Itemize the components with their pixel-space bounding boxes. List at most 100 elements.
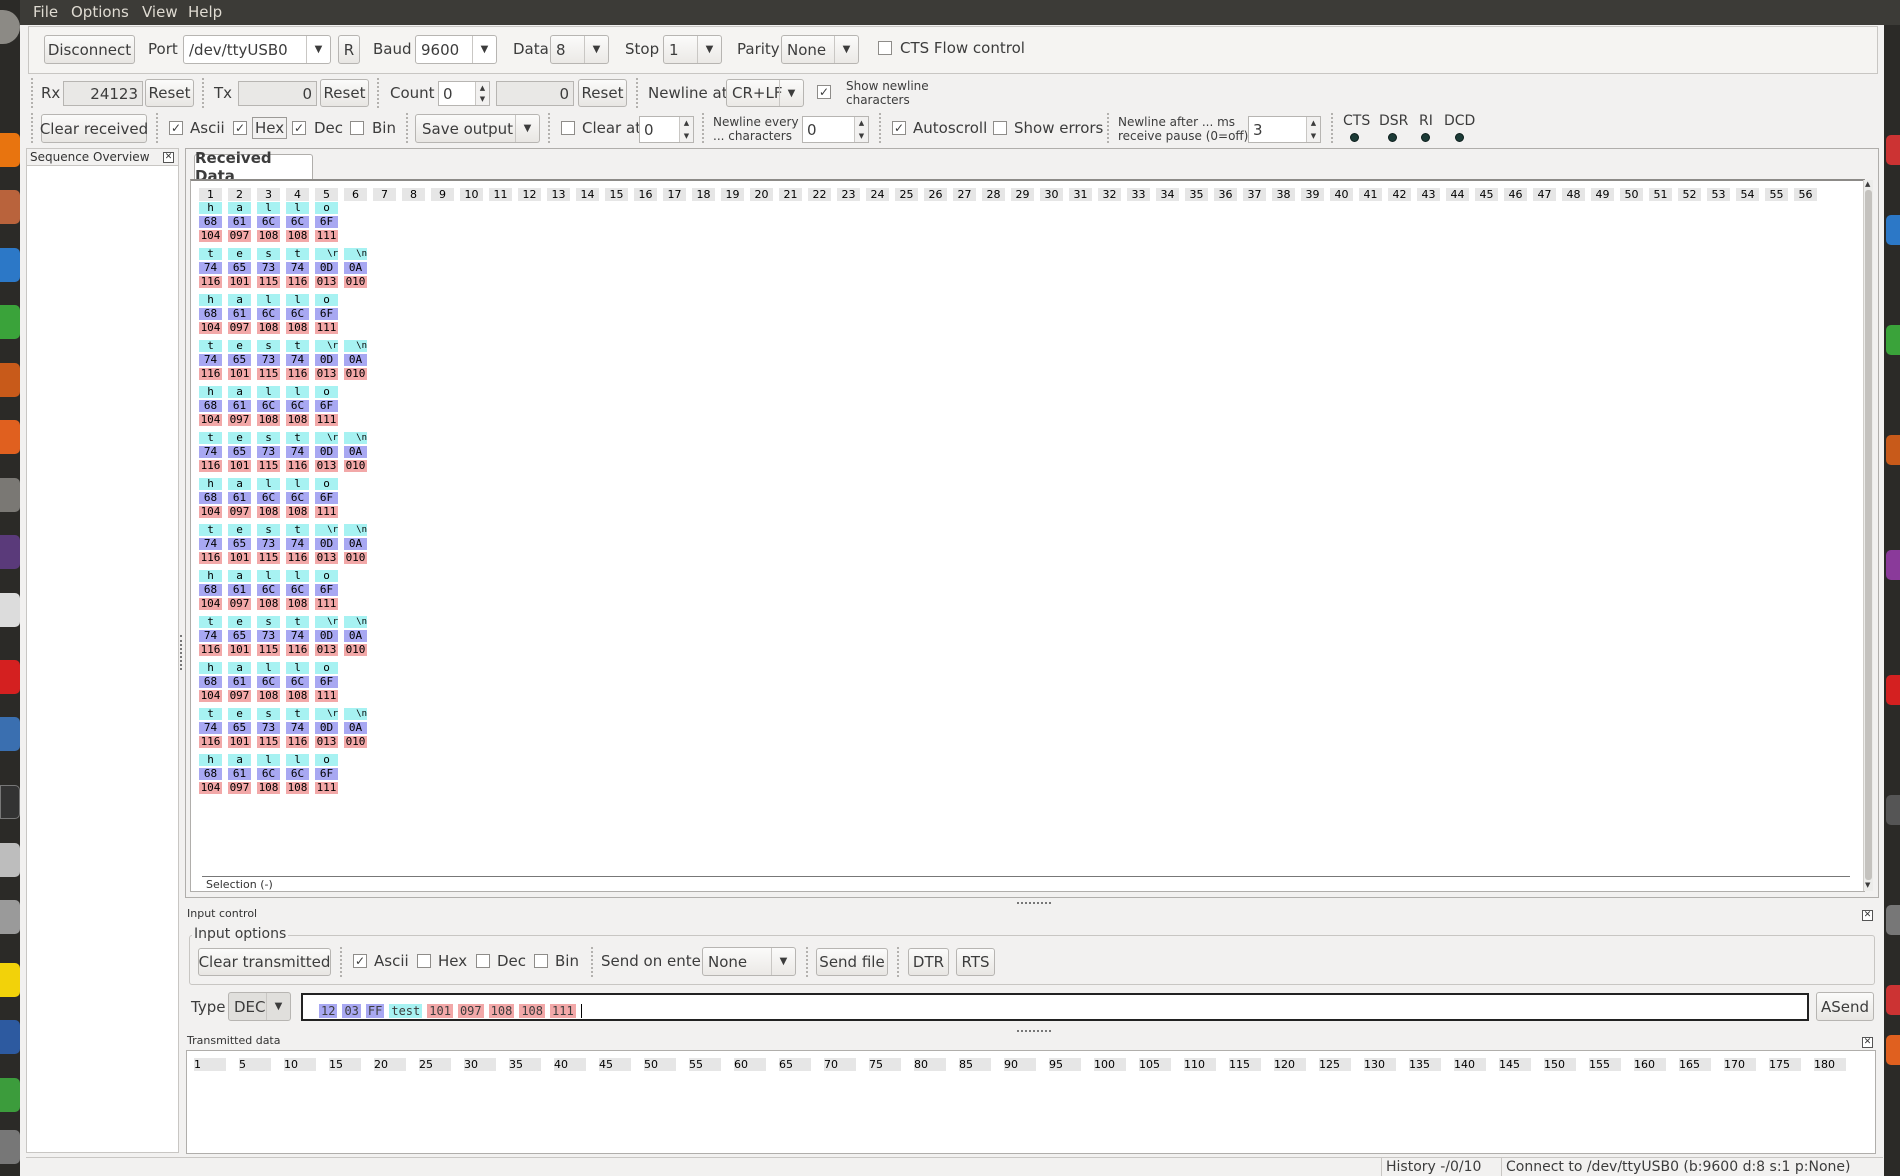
tab-received-data[interactable]: Received Data bbox=[194, 149, 313, 185]
hex-cell[interactable]: 6C bbox=[286, 216, 309, 228]
menu-options[interactable]: Options bbox=[71, 3, 129, 21]
dec-cell[interactable]: 116 bbox=[199, 276, 222, 288]
dec-cell[interactable]: 097 bbox=[228, 598, 251, 610]
dec-cell[interactable]: 108 bbox=[286, 414, 309, 426]
close-icon[interactable]: ✕ bbox=[163, 152, 174, 163]
hex-cell[interactable]: 61 bbox=[228, 400, 251, 412]
spin-arrows-icon[interactable]: ▲ ▼ bbox=[1306, 117, 1320, 142]
input-hex-checkbox[interactable] bbox=[417, 954, 431, 968]
disconnect-button[interactable]: Disconnect bbox=[44, 35, 135, 64]
received-scrollbar[interactable]: ▲ ▼ bbox=[1863, 180, 1873, 891]
hex-cell[interactable]: 0D bbox=[315, 538, 338, 550]
clear-at-checkbox[interactable] bbox=[561, 121, 575, 135]
ascii-cell[interactable]: \r bbox=[315, 432, 338, 444]
newline-at-select[interactable]: CR+LF ▼ bbox=[726, 79, 804, 107]
menu-file[interactable]: File bbox=[33, 3, 58, 21]
ascii-cell[interactable]: a bbox=[228, 754, 251, 766]
ascii-cell[interactable]: h bbox=[199, 754, 222, 766]
hex-cell[interactable]: 74 bbox=[199, 262, 222, 274]
impress-icon[interactable] bbox=[0, 363, 20, 397]
dec-cell[interactable]: 115 bbox=[257, 552, 280, 564]
ascii-cell[interactable]: \n bbox=[344, 432, 367, 444]
hex-cell[interactable]: 0D bbox=[315, 722, 338, 734]
hex-cell[interactable]: 6C bbox=[257, 584, 280, 596]
ascii-cell[interactable]: l bbox=[257, 386, 280, 398]
files-icon[interactable] bbox=[0, 190, 20, 224]
dec-cell[interactable]: 097 bbox=[228, 506, 251, 518]
hex-cell[interactable]: 68 bbox=[199, 216, 222, 228]
dec-cell[interactable]: 013 bbox=[315, 644, 338, 656]
dec-cell[interactable]: 108 bbox=[286, 322, 309, 334]
hex-cell[interactable]: 6C bbox=[257, 768, 280, 780]
dec-cell[interactable]: 116 bbox=[286, 276, 309, 288]
ascii-cell[interactable]: l bbox=[286, 570, 309, 582]
ascii-cell[interactable]: \r bbox=[315, 524, 338, 536]
type-select[interactable]: DEC ▼ bbox=[228, 992, 291, 1021]
dec-cell[interactable]: 013 bbox=[315, 736, 338, 748]
hex-cell[interactable]: 6C bbox=[286, 676, 309, 688]
ascii-cell[interactable]: a bbox=[228, 294, 251, 306]
ascii-cell[interactable]: l bbox=[257, 202, 280, 214]
ascii-cell[interactable]: a bbox=[228, 386, 251, 398]
calc-icon[interactable] bbox=[0, 305, 20, 339]
ascii-cell[interactable]: o bbox=[315, 478, 338, 490]
sequence-overview-list[interactable] bbox=[27, 165, 178, 1152]
refresh-ports-button[interactable]: R bbox=[338, 35, 360, 64]
dec-cell[interactable]: 010 bbox=[344, 368, 367, 380]
ascii-cell[interactable]: a bbox=[228, 662, 251, 674]
data-bits-select[interactable]: 8 ▼ bbox=[550, 35, 609, 64]
hex-cell[interactable]: 74 bbox=[286, 538, 309, 550]
dec-cell[interactable]: 104 bbox=[199, 506, 222, 518]
hex-cell[interactable]: 6C bbox=[286, 492, 309, 504]
menu-view[interactable]: View bbox=[142, 3, 178, 21]
clear-transmitted-button[interactable]: Clear transmitted bbox=[198, 948, 331, 976]
dec-cell[interactable]: 010 bbox=[344, 276, 367, 288]
toolbar-grip[interactable] bbox=[31, 113, 33, 143]
hex-cell[interactable]: 0D bbox=[315, 262, 338, 274]
dec-cell[interactable]: 116 bbox=[199, 736, 222, 748]
dec-cell[interactable]: 111 bbox=[315, 414, 338, 426]
dec-cell[interactable]: 108 bbox=[286, 506, 309, 518]
ascii-cell[interactable]: o bbox=[315, 662, 338, 674]
hex-cell[interactable]: 65 bbox=[228, 354, 251, 366]
dec-cell[interactable]: 104 bbox=[199, 690, 222, 702]
hex-cell[interactable]: 0A bbox=[344, 262, 367, 274]
hex-cell[interactable]: 74 bbox=[286, 630, 309, 642]
input-bin-checkbox[interactable] bbox=[534, 954, 548, 968]
ascii-cell[interactable]: e bbox=[228, 524, 251, 536]
dec-cell[interactable]: 101 bbox=[228, 276, 251, 288]
hex-cell[interactable]: 74 bbox=[199, 446, 222, 458]
ascii-cell[interactable]: s bbox=[257, 248, 280, 260]
dec-cell[interactable]: 104 bbox=[199, 782, 222, 794]
store-icon[interactable] bbox=[0, 420, 20, 454]
ascii-cell[interactable]: \n bbox=[344, 616, 367, 628]
ascii-cell[interactable]: o bbox=[315, 202, 338, 214]
ascii-cell[interactable]: e bbox=[228, 248, 251, 260]
hex-cell[interactable]: 6F bbox=[315, 492, 338, 504]
hex-cell[interactable]: 6F bbox=[315, 676, 338, 688]
hex-cell[interactable]: 73 bbox=[257, 722, 280, 734]
ascii-cell[interactable]: \r bbox=[315, 708, 338, 720]
ascii-cell[interactable]: t bbox=[199, 248, 222, 260]
ascii-cell[interactable]: l bbox=[257, 570, 280, 582]
splitter-handle[interactable] bbox=[1017, 1030, 1051, 1033]
send-file-button[interactable]: Send file bbox=[816, 948, 888, 976]
ascii-cell[interactable]: \r bbox=[315, 340, 338, 352]
dec-cell[interactable]: 101 bbox=[228, 368, 251, 380]
dec-cell[interactable]: 104 bbox=[199, 322, 222, 334]
ascii-cell[interactable]: t bbox=[199, 708, 222, 720]
hex-cell[interactable]: 65 bbox=[228, 446, 251, 458]
dec-cell[interactable]: 097 bbox=[228, 322, 251, 334]
hex-cell[interactable]: 74 bbox=[199, 722, 222, 734]
writer-icon[interactable] bbox=[0, 248, 20, 282]
newline-every-spinbox[interactable]: 0 ▲ ▼ bbox=[802, 116, 869, 143]
ascii-cell[interactable]: t bbox=[199, 340, 222, 352]
ascii-cell[interactable]: l bbox=[257, 662, 280, 674]
hex-cell[interactable]: 0D bbox=[315, 446, 338, 458]
dec-cell[interactable]: 101 bbox=[228, 736, 251, 748]
ascii-cell[interactable]: a bbox=[228, 478, 251, 490]
ascii-cell[interactable]: l bbox=[286, 294, 309, 306]
display-dec-checkbox[interactable]: ✓ bbox=[292, 121, 306, 135]
hex-cell[interactable]: 65 bbox=[228, 538, 251, 550]
dec-cell[interactable]: 108 bbox=[257, 598, 280, 610]
